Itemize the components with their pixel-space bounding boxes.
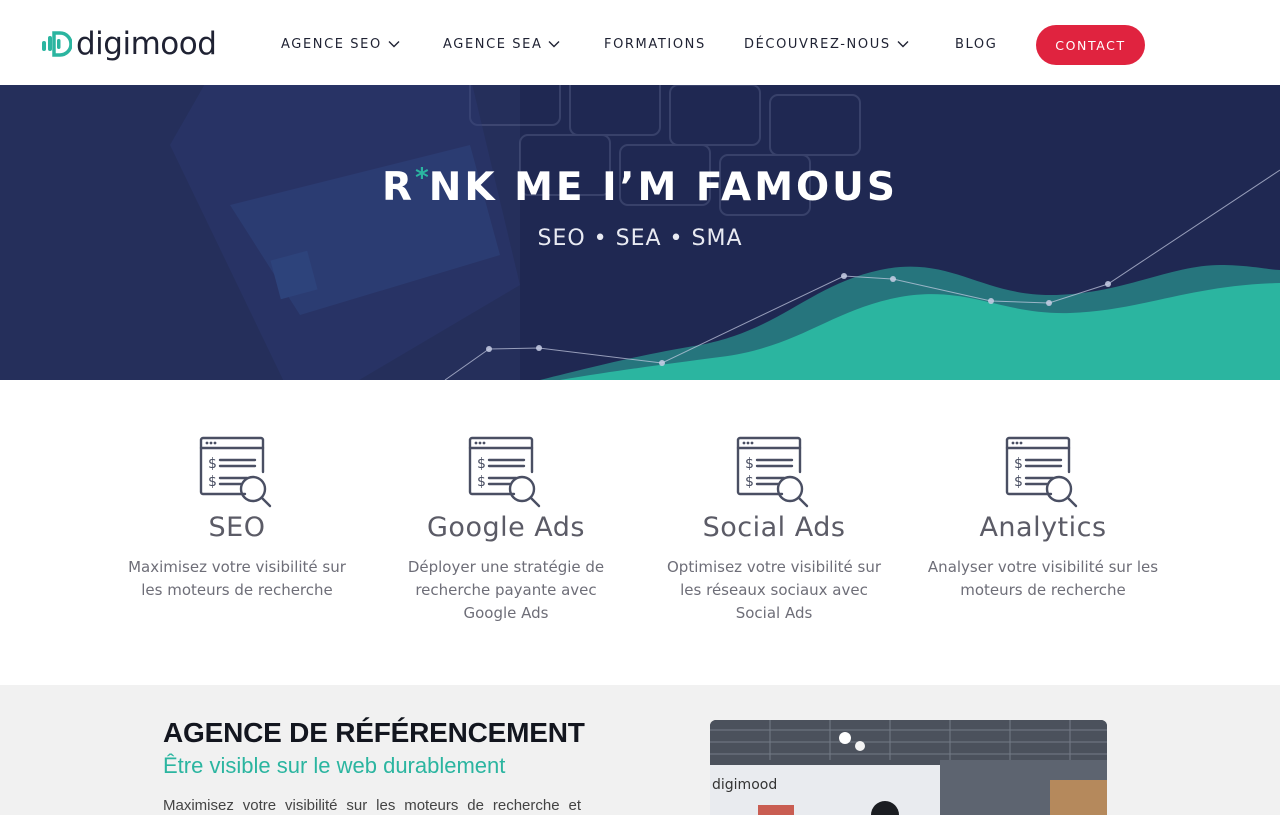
seo-report-icon: $ $	[736, 436, 809, 508]
svg-text:$: $	[477, 474, 486, 490]
digimood-logo-icon	[42, 31, 72, 57]
nav-item-formations[interactable]: FORMATIONS	[604, 36, 706, 52]
hero-banner: R*NK ME I’M FAMOUS SEO • SEA • SMA	[0, 85, 1280, 380]
nav-item-agence-sea[interactable]: AGENCE SEA	[443, 36, 560, 52]
service-title: Google Ads	[427, 512, 585, 543]
hero-subtitle: SEO • SEA • SMA	[537, 226, 743, 251]
seo-report-icon: $ $	[468, 436, 541, 508]
chevron-down-icon	[548, 41, 560, 48]
agence-subtitle: Être visible sur le web durablement	[163, 753, 506, 778]
service-description: Déployer une stratégie de recherche paya…	[407, 558, 605, 622]
agence-paragraph: Maximisez votre visibilité sur les moteu…	[163, 797, 581, 814]
agence-title: AGENCE DE RÉFÉRENCEMENT	[163, 717, 585, 748]
chevron-down-icon	[897, 41, 909, 48]
hero-title-end: NK ME I’M FAMOUS	[428, 165, 898, 210]
chevron-down-icon	[388, 41, 400, 48]
svg-text:$: $	[208, 456, 217, 472]
nav-item-label: BLOG	[955, 36, 998, 52]
nav-item-label: FORMATIONS	[604, 36, 706, 52]
service-title: Social Ads	[702, 512, 846, 543]
nav-item-blog[interactable]: BLOG	[955, 36, 997, 52]
logo[interactable]: digimood	[42, 24, 217, 64]
service-card-analytics[interactable]: $ $ Analytics Analyser votre visibilité …	[923, 436, 1163, 602]
hero-title-star: *	[415, 163, 429, 193]
services-section: $ $ SEO Maximisez votre visibilité sur l…	[0, 380, 1280, 685]
nav-item-label: AGENCE SEO	[281, 36, 382, 52]
service-description: Optimisez votre visibilité sur les résea…	[666, 558, 882, 622]
service-description: Analyser votre visibilité sur les moteur…	[927, 558, 1159, 599]
service-card-social-ads[interactable]: $ $ Social Ads Optimisez votre visibilit…	[654, 436, 894, 625]
svg-text:$: $	[477, 456, 486, 472]
nav-item-decouvrez-nous[interactable]: DÉCOUVREZ-NOUS	[744, 36, 909, 52]
svg-text:$: $	[1014, 456, 1023, 472]
svg-text:$: $	[745, 456, 754, 472]
hero-title: R*NK ME I’M FAMOUS	[0, 163, 1280, 210]
agence-photo-caption: digimood	[712, 777, 778, 793]
seo-report-icon: $ $	[199, 436, 272, 508]
service-card-google-ads[interactable]: $ $ Google Ads Déployer une stratégie de…	[386, 436, 626, 625]
nav-item-label: DÉCOUVREZ-NOUS	[744, 36, 891, 52]
nav-item-label: AGENCE SEA	[443, 36, 543, 52]
contact-button[interactable]: CONTACT	[1036, 25, 1145, 65]
nav-item-agence-seo[interactable]: AGENCE SEO	[281, 36, 400, 52]
seo-report-icon: $ $	[1005, 436, 1078, 508]
svg-text:$: $	[1014, 474, 1023, 490]
hero-title-start: R	[382, 165, 416, 210]
service-title: Analytics	[979, 512, 1107, 543]
service-card-seo[interactable]: $ $ SEO Maximisez votre visibilité sur l…	[117, 436, 357, 602]
agence-section: AGENCE DE RÉFÉRENCEMENT Être visible sur…	[0, 685, 1280, 815]
office-photo-illustration	[710, 720, 1107, 815]
service-description: Maximisez votre visibilité sur les moteu…	[128, 558, 346, 599]
svg-text:$: $	[745, 474, 754, 490]
service-title: SEO	[208, 512, 266, 543]
svg-text:$: $	[208, 474, 217, 490]
site-header: digimood AGENCE SEO AGENCE SEA FORMATION…	[0, 0, 1280, 85]
agence-photo: digimood	[710, 720, 1107, 815]
logo-wordmark: digimood	[76, 25, 217, 62]
